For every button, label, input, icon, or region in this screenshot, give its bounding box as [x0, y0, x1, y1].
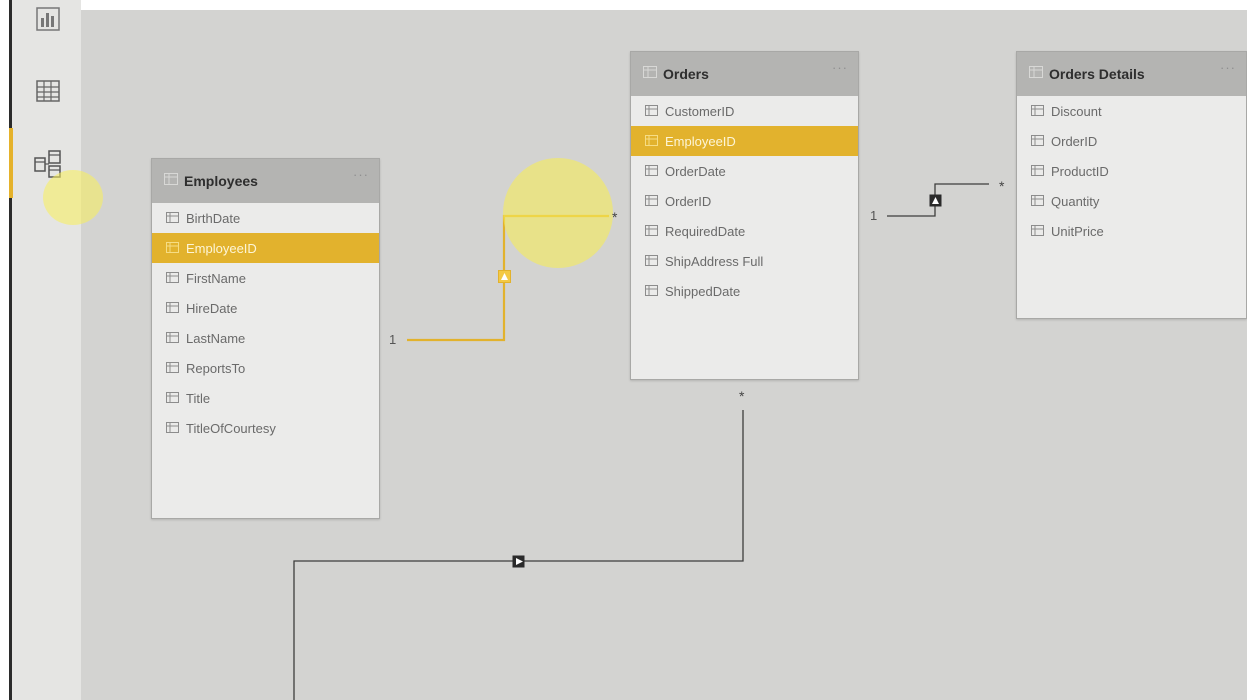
field-label: TitleOfCourtesy — [186, 420, 276, 436]
field-row[interactable]: OrderID — [631, 186, 858, 216]
table-icon — [164, 172, 178, 190]
cardinality-many-label: * — [612, 209, 618, 225]
field-list: Discount OrderID ProductID Quantity UnitPric… — [1017, 96, 1246, 246]
top-strip — [0, 0, 1247, 10]
window-edge — [0, 0, 9, 700]
field-row[interactable]: ShipAddress Full — [631, 246, 858, 276]
field-label: ShippedDate — [665, 283, 741, 299]
field-icon — [166, 421, 179, 436]
field-icon — [645, 194, 658, 209]
field-row[interactable]: RequiredDate — [631, 216, 858, 246]
field-row[interactable]: EmployeeID — [631, 126, 858, 156]
cardinality-one-label: 1 — [870, 208, 878, 223]
table-header[interactable]: Orders Details ··· — [1017, 52, 1246, 96]
field-label: HireDate — [186, 300, 238, 316]
field-row[interactable]: HireDate — [152, 293, 379, 323]
view-sidebar — [9, 0, 103, 700]
cross-filter-arrow-icon[interactable] — [498, 270, 511, 283]
table-icon — [643, 65, 657, 83]
field-row[interactable]: Discount — [1017, 96, 1246, 126]
field-row[interactable]: FirstName — [152, 263, 379, 293]
table-title: Orders — [663, 66, 709, 82]
more-options-button[interactable]: ··· — [1220, 60, 1236, 75]
field-icon — [1031, 164, 1044, 179]
field-row[interactable]: TitleOfCourtesy — [152, 413, 379, 443]
field-label: RequiredDate — [665, 223, 746, 239]
field-icon — [166, 241, 179, 256]
field-icon — [1031, 194, 1044, 209]
field-label: CustomerID — [665, 103, 735, 119]
field-icon — [166, 331, 179, 346]
field-label: EmployeeID — [665, 133, 736, 149]
field-row[interactable]: ReportsTo — [152, 353, 379, 383]
field-row[interactable]: Quantity — [1017, 186, 1246, 216]
field-icon — [1031, 104, 1044, 119]
field-icon — [645, 134, 658, 149]
field-icon — [645, 104, 658, 119]
field-icon — [166, 301, 179, 316]
data-view-icon[interactable] — [31, 74, 65, 108]
cardinality-many-label: * — [999, 178, 1005, 194]
field-list: BirthDate EmployeeID FirstName HireDate Last… — [152, 203, 379, 443]
field-icon — [645, 164, 658, 179]
field-icon — [166, 211, 179, 226]
table-title: Orders Details — [1049, 66, 1145, 82]
field-label: OrderDate — [665, 163, 726, 179]
field-label: UnitPrice — [1051, 223, 1104, 239]
field-row[interactable]: ShippedDate — [631, 276, 858, 306]
field-row[interactable]: CustomerID — [631, 96, 858, 126]
more-options-button[interactable]: ··· — [832, 60, 848, 75]
report-view-icon[interactable] — [31, 2, 65, 36]
field-label: Title — [186, 390, 211, 406]
table-header[interactable]: Employees ··· — [152, 159, 379, 203]
table-orders[interactable]: Orders ··· CustomerID EmployeeID OrderDate… — [630, 51, 859, 380]
field-list: CustomerID EmployeeID OrderDate OrderID Requ… — [631, 96, 858, 306]
table-orders-details[interactable]: Orders Details ··· Discount OrderID Produc… — [1016, 51, 1247, 319]
cross-filter-arrow-icon[interactable] — [929, 194, 942, 207]
field-row[interactable]: LastName — [152, 323, 379, 353]
field-icon — [645, 224, 658, 239]
field-row[interactable]: OrderID — [1017, 126, 1246, 156]
field-label: LastName — [186, 330, 246, 346]
field-icon — [1031, 224, 1044, 239]
field-icon — [166, 271, 179, 286]
field-row[interactable]: ProductID — [1017, 156, 1246, 186]
cardinality-many-label: * — [739, 388, 745, 404]
field-row[interactable]: Title — [152, 383, 379, 413]
model-canvas[interactable]: 1 * 1 * * Employees ··· BirthDate Employe… — [81, 10, 1247, 700]
table-title: Employees — [184, 173, 258, 189]
field-label: OrderID — [1051, 133, 1098, 149]
table-icon — [1029, 65, 1043, 83]
field-label: Quantity — [1051, 193, 1100, 209]
field-label: EmployeeID — [186, 240, 257, 256]
field-icon — [645, 284, 658, 299]
field-label: Discount — [1051, 103, 1102, 119]
field-label: ProductID — [1051, 163, 1109, 179]
field-icon — [166, 391, 179, 406]
table-employees[interactable]: Employees ··· BirthDate EmployeeID FirstNa… — [151, 158, 380, 519]
field-label: OrderID — [665, 193, 712, 209]
field-row[interactable]: UnitPrice — [1017, 216, 1246, 246]
field-icon — [645, 254, 658, 269]
field-label: ShipAddress Full — [665, 253, 764, 269]
field-row[interactable]: OrderDate — [631, 156, 858, 186]
field-label: BirthDate — [186, 210, 241, 226]
field-icon — [1031, 134, 1044, 149]
field-label: FirstName — [186, 270, 246, 286]
field-label: ReportsTo — [186, 360, 246, 376]
field-row[interactable]: EmployeeID — [152, 233, 379, 263]
active-view-indicator — [9, 128, 13, 198]
field-icon — [166, 361, 179, 376]
click-indicator — [503, 158, 613, 268]
cardinality-one-label: 1 — [389, 332, 397, 347]
table-header[interactable]: Orders ··· — [631, 52, 858, 96]
cross-filter-arrow-icon[interactable] — [512, 555, 525, 568]
field-row[interactable]: BirthDate — [152, 203, 379, 233]
more-options-button[interactable]: ··· — [353, 167, 369, 182]
